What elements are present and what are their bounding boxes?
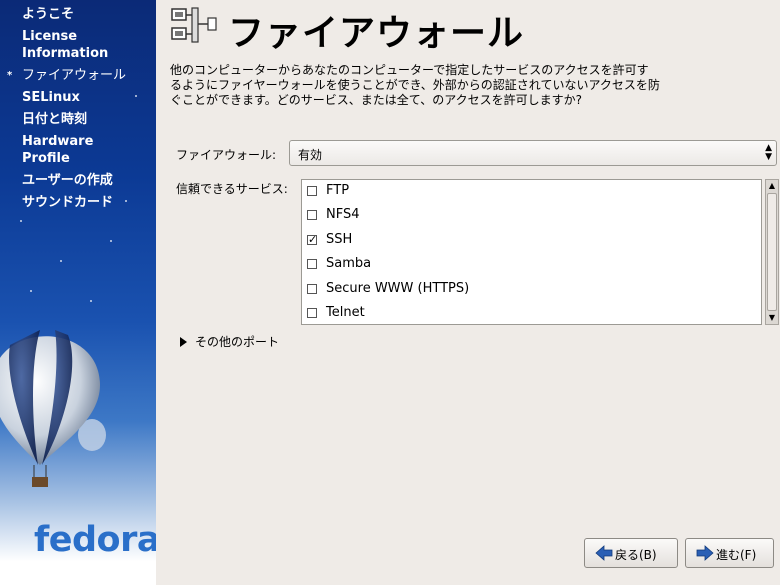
network-firewall-icon: [171, 7, 217, 43]
back-button-label: 戻る(B): [615, 548, 657, 562]
sidebar-item: ようこそ: [0, 6, 156, 23]
scroll-thumb[interactable]: [767, 193, 777, 311]
sidebar-nav: ようこそ License Information * ファイアウォール SELinux 日…: [0, 6, 156, 216]
service-name: Telnet: [326, 305, 365, 320]
service-name: NFS4: [326, 207, 360, 223]
service-checkbox[interactable]: [307, 259, 317, 270]
service-checkbox[interactable]: [307, 308, 317, 318]
sidebar-item: SELinux: [0, 89, 156, 106]
expander-triangle-icon: [180, 337, 187, 347]
next-button-label: 進む(F): [716, 548, 757, 562]
service-checkbox[interactable]: [307, 186, 317, 196]
sidebar-item-label: License Information: [22, 29, 109, 61]
service-checkbox[interactable]: [307, 283, 317, 294]
current-step-marker: *: [7, 70, 13, 81]
service-row[interactable]: FTP: [302, 180, 761, 204]
other-ports-expander[interactable]: その他のポート: [180, 333, 279, 350]
trusted-services-list: FTP NFS4 ✓ SSH Samba Secure WWW (HTTPS) Telnet: [301, 179, 762, 325]
sidebar-item-label: サウンドカード: [22, 195, 114, 210]
trusted-services-label: 信頼できるサービス:: [176, 182, 288, 196]
sidebar-item: Hardware Profile: [0, 133, 156, 167]
sidebar: ようこそ License Information * ファイアウォール SELinux 日…: [0, 0, 156, 585]
scroll-up-arrow-icon[interactable]: ▲: [766, 180, 778, 192]
sidebar-item-label: ようこそ: [22, 7, 75, 22]
service-row[interactable]: NFS4: [302, 204, 761, 228]
page-title: ファイアウォール: [228, 13, 525, 54]
other-ports-label: その他のポート: [195, 335, 280, 349]
star: [60, 260, 62, 262]
service-row[interactable]: Samba: [302, 253, 761, 277]
firewall-select[interactable]: 有効 ▲ ▼: [289, 140, 777, 166]
service-name: SSH: [326, 231, 353, 247]
sidebar-item: サウンドカード: [0, 194, 156, 211]
sidebar-item: 日付と時刻: [0, 111, 156, 128]
sidebar-item: ユーザーの作成: [0, 172, 156, 189]
left-arrow-icon: [595, 545, 613, 561]
scroll-down-arrow-icon[interactable]: ▼: [766, 312, 778, 324]
back-button[interactable]: 戻る(B): [584, 538, 678, 568]
sidebar-item: License Information: [0, 28, 156, 62]
service-name: FTP: [326, 183, 350, 198]
sidebar-item-label: SELinux: [22, 90, 80, 105]
hot-air-balloon-image: [0, 330, 106, 487]
service-row[interactable]: Secure WWW (HTTPS): [302, 278, 761, 302]
service-name: Secure WWW (HTTPS): [326, 280, 470, 296]
service-checkbox[interactable]: ✓: [307, 234, 317, 245]
right-arrow-icon: [696, 545, 714, 561]
service-row[interactable]: Telnet: [302, 302, 761, 324]
service-row[interactable]: ✓ SSH: [302, 229, 761, 253]
sidebar-item-label: 日付と時刻: [22, 112, 88, 127]
star: [30, 290, 32, 292]
star: [110, 240, 112, 242]
updown-arrows-icon: ▲ ▼: [765, 143, 772, 162]
firewall-select-value: 有効: [298, 148, 323, 162]
sidebar-item-label: ユーザーの作成: [22, 173, 113, 188]
sidebar-item-label: Hardware Profile: [22, 134, 94, 166]
next-button[interactable]: 進む(F): [685, 538, 774, 568]
firewall-label: ファイアウォール:: [176, 148, 277, 162]
services-scrollbar[interactable]: ▲ ▼: [765, 179, 779, 325]
description-text: 他のコンピューターからあなたのコンピューターで指定したサービスのアクセスを許可す…: [170, 63, 660, 107]
sidebar-item: * ファイアウォール: [0, 67, 156, 84]
service-checkbox[interactable]: [307, 210, 317, 221]
star: [20, 220, 22, 222]
star: [90, 300, 92, 302]
sidebar-item-label: ファイアウォール: [22, 68, 127, 83]
fedora-logo: fedora: [34, 520, 156, 560]
service-name: Samba: [326, 256, 372, 272]
